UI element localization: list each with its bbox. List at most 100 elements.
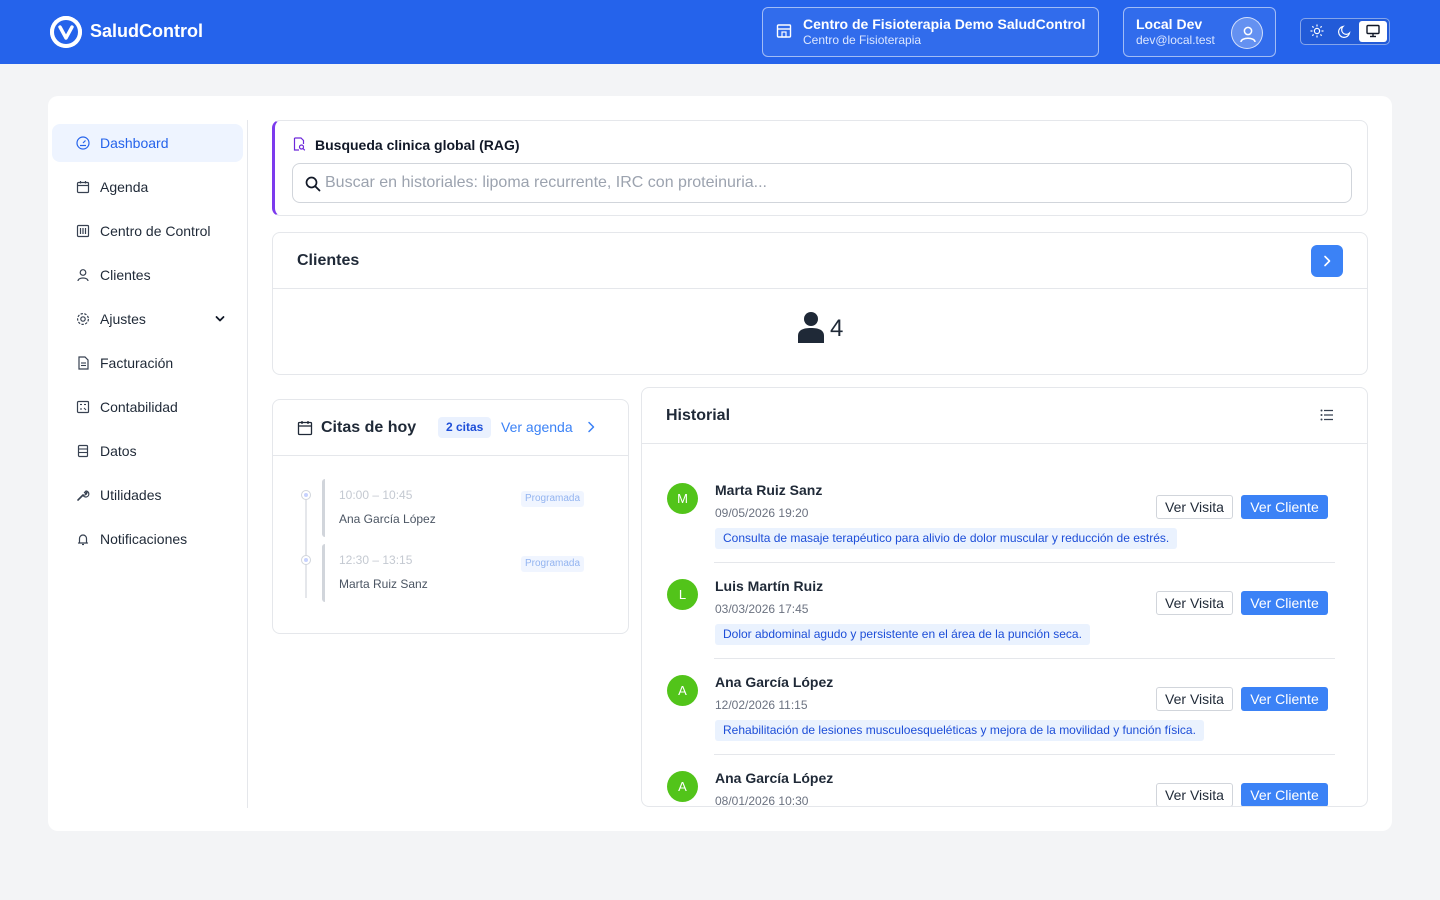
theme-dark-button[interactable] bbox=[1331, 21, 1359, 42]
theme-light-button[interactable] bbox=[1303, 21, 1331, 42]
entry-divider bbox=[714, 562, 1335, 563]
appointment-item[interactable]: 10:00 – 10:45 Ana García López Programad… bbox=[322, 479, 602, 537]
visit-note: Dolor abdominal agudo y persistente en e… bbox=[715, 624, 1090, 645]
sidebar-item-label: Ajustes bbox=[100, 311, 146, 327]
entry-divider bbox=[714, 658, 1335, 659]
timeline-dot bbox=[301, 490, 311, 500]
sidebar-item-label: Dashboard bbox=[100, 135, 169, 151]
ver-cliente-button[interactable]: Ver Cliente bbox=[1241, 783, 1328, 806]
building-icon bbox=[776, 24, 792, 38]
sidebar-item-agenda[interactable]: Agenda bbox=[52, 168, 243, 206]
visit-date: 12/02/2026 11:15 bbox=[715, 698, 808, 712]
ver-visita-button[interactable]: Ver Visita bbox=[1156, 591, 1233, 615]
patient-name: Ana García López bbox=[715, 770, 834, 786]
top-header: SaludControl Centro de Fisioterapia Demo… bbox=[0, 0, 1440, 64]
rag-search-panel: Busqueda clinica global (RAG) bbox=[272, 120, 1368, 216]
brand-name: SaludControl bbox=[90, 21, 203, 41]
sidebar-item-datos[interactable]: Datos bbox=[52, 432, 243, 470]
appointment-patient: Marta Ruiz Sanz bbox=[339, 577, 428, 591]
patient-avatar: L bbox=[667, 579, 698, 610]
historial-entry: M Marta Ruiz Sanz 09/05/2026 19:20 Consu… bbox=[666, 466, 1336, 562]
divider bbox=[273, 455, 628, 456]
sidebar-item-dashboard[interactable]: Dashboard bbox=[52, 124, 243, 162]
appointment-time: 10:00 – 10:45 bbox=[339, 488, 413, 502]
appointment-status-badge: Programada bbox=[521, 556, 585, 572]
avatar[interactable] bbox=[1231, 17, 1263, 49]
list-icon[interactable] bbox=[1320, 408, 1334, 422]
rag-search-input[interactable] bbox=[325, 170, 1335, 196]
ver-agenda-link[interactable]: Ver agenda bbox=[501, 419, 573, 435]
clientes-open-button[interactable] bbox=[1311, 245, 1343, 277]
timeline-line bbox=[305, 492, 307, 598]
visit-date: 08/01/2026 10:30 bbox=[715, 794, 809, 807]
sidebar-item-ajustes[interactable]: Ajustes bbox=[52, 300, 243, 338]
ver-cliente-button[interactable]: Ver Cliente bbox=[1241, 495, 1328, 519]
user-icon bbox=[77, 269, 89, 282]
citas-count-badge: 2 citas bbox=[438, 417, 492, 438]
patient-avatar: M bbox=[667, 483, 698, 514]
ver-cliente-button[interactable]: Ver Cliente bbox=[1241, 591, 1328, 615]
citas-card: Citas de hoy 2 citas Ver agenda 10:00 – … bbox=[272, 399, 629, 634]
monitor-icon bbox=[1366, 24, 1380, 38]
timeline-dot bbox=[301, 555, 311, 565]
appointment-status-badge: Programada bbox=[521, 491, 585, 507]
sidebar-item-utilidades[interactable]: Utilidades bbox=[52, 476, 243, 514]
ver-visita-button[interactable]: Ver Visita bbox=[1156, 495, 1233, 519]
visit-note: Rehabilitación de lesiones musculoesquel… bbox=[715, 720, 1204, 741]
historial-card: Historial M Marta Ruiz Sanz 09/05/2026 1… bbox=[641, 387, 1368, 807]
historial-entry: A Ana García López 08/01/2026 10:30 Ver … bbox=[666, 754, 1336, 807]
dashboard-icon bbox=[76, 136, 90, 150]
search-icon bbox=[305, 176, 321, 192]
rag-search-box bbox=[292, 163, 1352, 203]
sidebar-item-label: Datos bbox=[100, 443, 137, 459]
sidebar-item-label: Centro de Control bbox=[100, 223, 211, 239]
sidebar-item-facturacion[interactable]: Facturación bbox=[52, 344, 243, 382]
patient-avatar: A bbox=[667, 675, 698, 706]
chevron-right-icon bbox=[1324, 255, 1331, 267]
theme-system-button[interactable] bbox=[1359, 21, 1387, 42]
calendar-icon bbox=[76, 181, 90, 194]
ver-visita-button[interactable]: Ver Visita bbox=[1156, 783, 1233, 806]
logo-v-icon bbox=[50, 16, 82, 48]
visit-date: 03/03/2026 17:45 bbox=[715, 602, 809, 616]
ver-visita-button[interactable]: Ver Visita bbox=[1156, 687, 1233, 711]
rag-title: Busqueda clinica global (RAG) bbox=[315, 137, 520, 153]
logo[interactable] bbox=[50, 16, 82, 48]
historial-title: Historial bbox=[666, 407, 731, 424]
center-type: Centro de Fisioterapia bbox=[803, 33, 922, 47]
clientes-count: 4 bbox=[830, 315, 844, 342]
sidebar-item-contabilidad[interactable]: Contabilidad bbox=[52, 388, 243, 426]
user-name: Local Dev bbox=[1136, 16, 1203, 32]
theme-switcher bbox=[1300, 18, 1390, 45]
appointment-time: 12:30 – 13:15 bbox=[339, 553, 413, 567]
moon-icon bbox=[1338, 25, 1351, 38]
sidebar-item-centro-de-control[interactable]: Centro de Control bbox=[52, 212, 243, 250]
gear-icon bbox=[76, 312, 90, 326]
sun-icon bbox=[1310, 24, 1324, 38]
center-name: Centro de Fisioterapia Demo SaludControl bbox=[803, 16, 1086, 32]
patient-name: Ana García López bbox=[715, 674, 834, 690]
clientes-title: Clientes bbox=[297, 252, 360, 269]
user-avatar-icon bbox=[1240, 26, 1256, 43]
calculator-icon bbox=[76, 400, 90, 414]
bell-icon bbox=[77, 534, 89, 546]
patient-name: Marta Ruiz Sanz bbox=[715, 482, 823, 498]
patient-avatar: A bbox=[667, 771, 698, 802]
wrench-icon bbox=[77, 490, 90, 501]
sidebar-item-notificaciones[interactable]: Notificaciones bbox=[52, 520, 243, 558]
divider bbox=[642, 443, 1367, 444]
user-menu[interactable]: Local Dev dev@local.test bbox=[1123, 7, 1276, 57]
patient-name: Luis Martín Ruiz bbox=[715, 578, 824, 594]
control-panel-icon bbox=[76, 224, 90, 238]
chevron-right-icon[interactable] bbox=[585, 421, 597, 433]
chevron-down-icon[interactable] bbox=[214, 313, 226, 325]
divider bbox=[273, 288, 1367, 289]
document-search-icon bbox=[293, 137, 306, 151]
sidebar: Dashboard Agenda Centro de Control Clien… bbox=[48, 120, 248, 808]
ver-cliente-button[interactable]: Ver Cliente bbox=[1241, 687, 1328, 711]
appointment-item[interactable]: 12:30 – 13:15 Marta Ruiz Sanz Programada bbox=[322, 544, 602, 602]
historial-entry: A Ana García López 12/02/2026 11:15 Reha… bbox=[666, 658, 1336, 754]
user-email: dev@local.test bbox=[1136, 33, 1215, 47]
center-selector[interactable]: Centro de Fisioterapia Demo SaludControl… bbox=[762, 7, 1099, 57]
sidebar-item-clientes[interactable]: Clientes bbox=[52, 256, 243, 294]
